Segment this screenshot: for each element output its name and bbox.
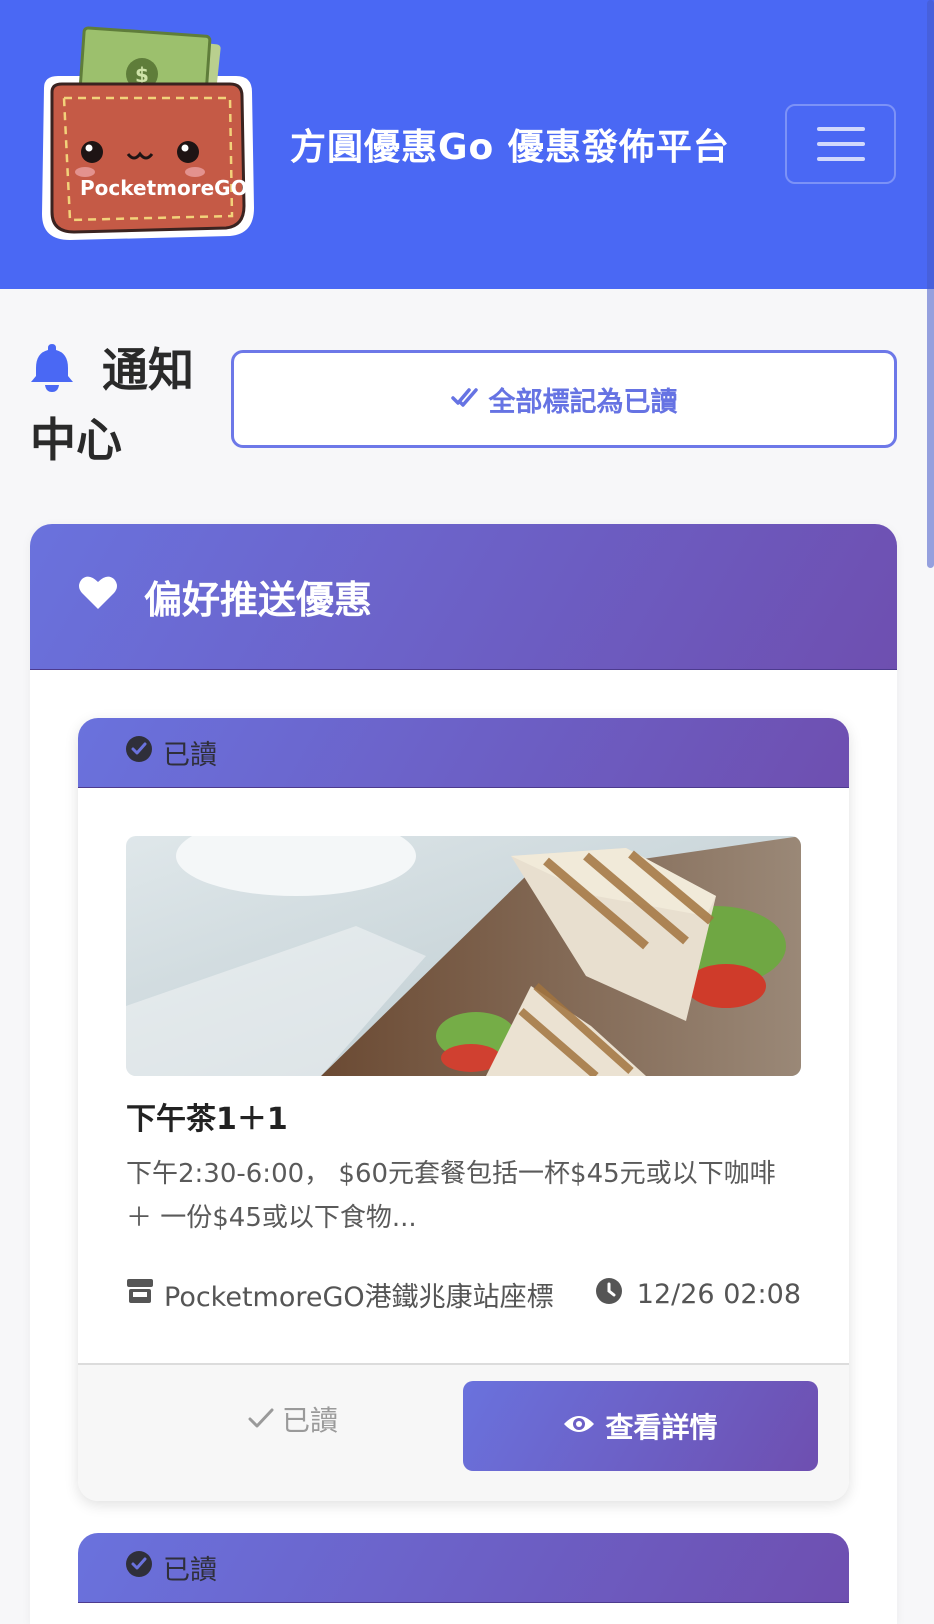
offer-image[interactable]	[126, 836, 801, 1076]
notification-time: 12/26 02:08	[636, 1278, 801, 1310]
time-info: 12/26 02:08	[595, 1277, 801, 1312]
page-title: 通知中心	[30, 338, 220, 472]
app-header: $ PocketmoreGO 方圓優惠Go 優惠發佈平台	[0, 0, 934, 289]
status-label: 已讀	[163, 740, 217, 771]
check-circle-icon	[125, 1550, 153, 1585]
view-details-label: 查看詳情	[605, 1411, 718, 1444]
check-circle-icon	[125, 735, 153, 770]
card-actions: 已讀 查看詳情	[78, 1363, 849, 1501]
card-status-bar: 已讀	[78, 718, 849, 788]
mark-read-label: 已讀	[282, 1404, 339, 1437]
hamburger-icon	[816, 127, 865, 131]
offer-meta: PocketmoreGO港鐵兆康站座標 12/26 02:08	[126, 1274, 801, 1314]
double-check-icon	[450, 384, 479, 415]
store-icon	[126, 1278, 154, 1311]
logo-text: PocketmoreGO	[80, 176, 248, 200]
notification-card: 已讀	[78, 1533, 849, 1623]
card-status-bar: 已讀	[78, 1533, 849, 1603]
offer-title[interactable]: 下午茶1＋1	[126, 1094, 288, 1138]
pocketmorego-logo[interactable]: $ PocketmoreGO	[30, 22, 262, 254]
store-name: PocketmoreGO港鐵兆康站座標	[164, 1281, 554, 1313]
notification-card: 已讀	[78, 718, 849, 1501]
status-label: 已讀	[163, 1555, 217, 1586]
mark-all-read-label: 全部標記為已讀	[488, 386, 678, 418]
mark-read-button[interactable]: 已讀	[248, 1399, 338, 1439]
heart-icon	[78, 574, 118, 619]
store-info: PocketmoreGO港鐵兆康站座標	[126, 1275, 554, 1314]
view-details-button[interactable]: 查看詳情	[463, 1381, 818, 1471]
section-title: 偏好推送優惠	[144, 578, 373, 622]
scrollbar-thumb[interactable]	[927, 0, 934, 568]
site-title[interactable]: 方圓優惠Go 優惠發佈平台	[290, 118, 730, 170]
offer-description: 下午2:30-6:00， $60元套餐包括一杯$45元或以下咖啡 ＋ 一份$45…	[126, 1159, 776, 1233]
hamburger-menu-button[interactable]	[785, 104, 896, 184]
eye-icon	[563, 1410, 595, 1443]
mark-all-read-button[interactable]: 全部標記為已讀	[231, 350, 897, 448]
clock-icon	[595, 1277, 623, 1312]
check-icon	[248, 1403, 274, 1436]
section-header: 偏好推送優惠	[30, 524, 897, 670]
bell-icon	[30, 342, 74, 408]
